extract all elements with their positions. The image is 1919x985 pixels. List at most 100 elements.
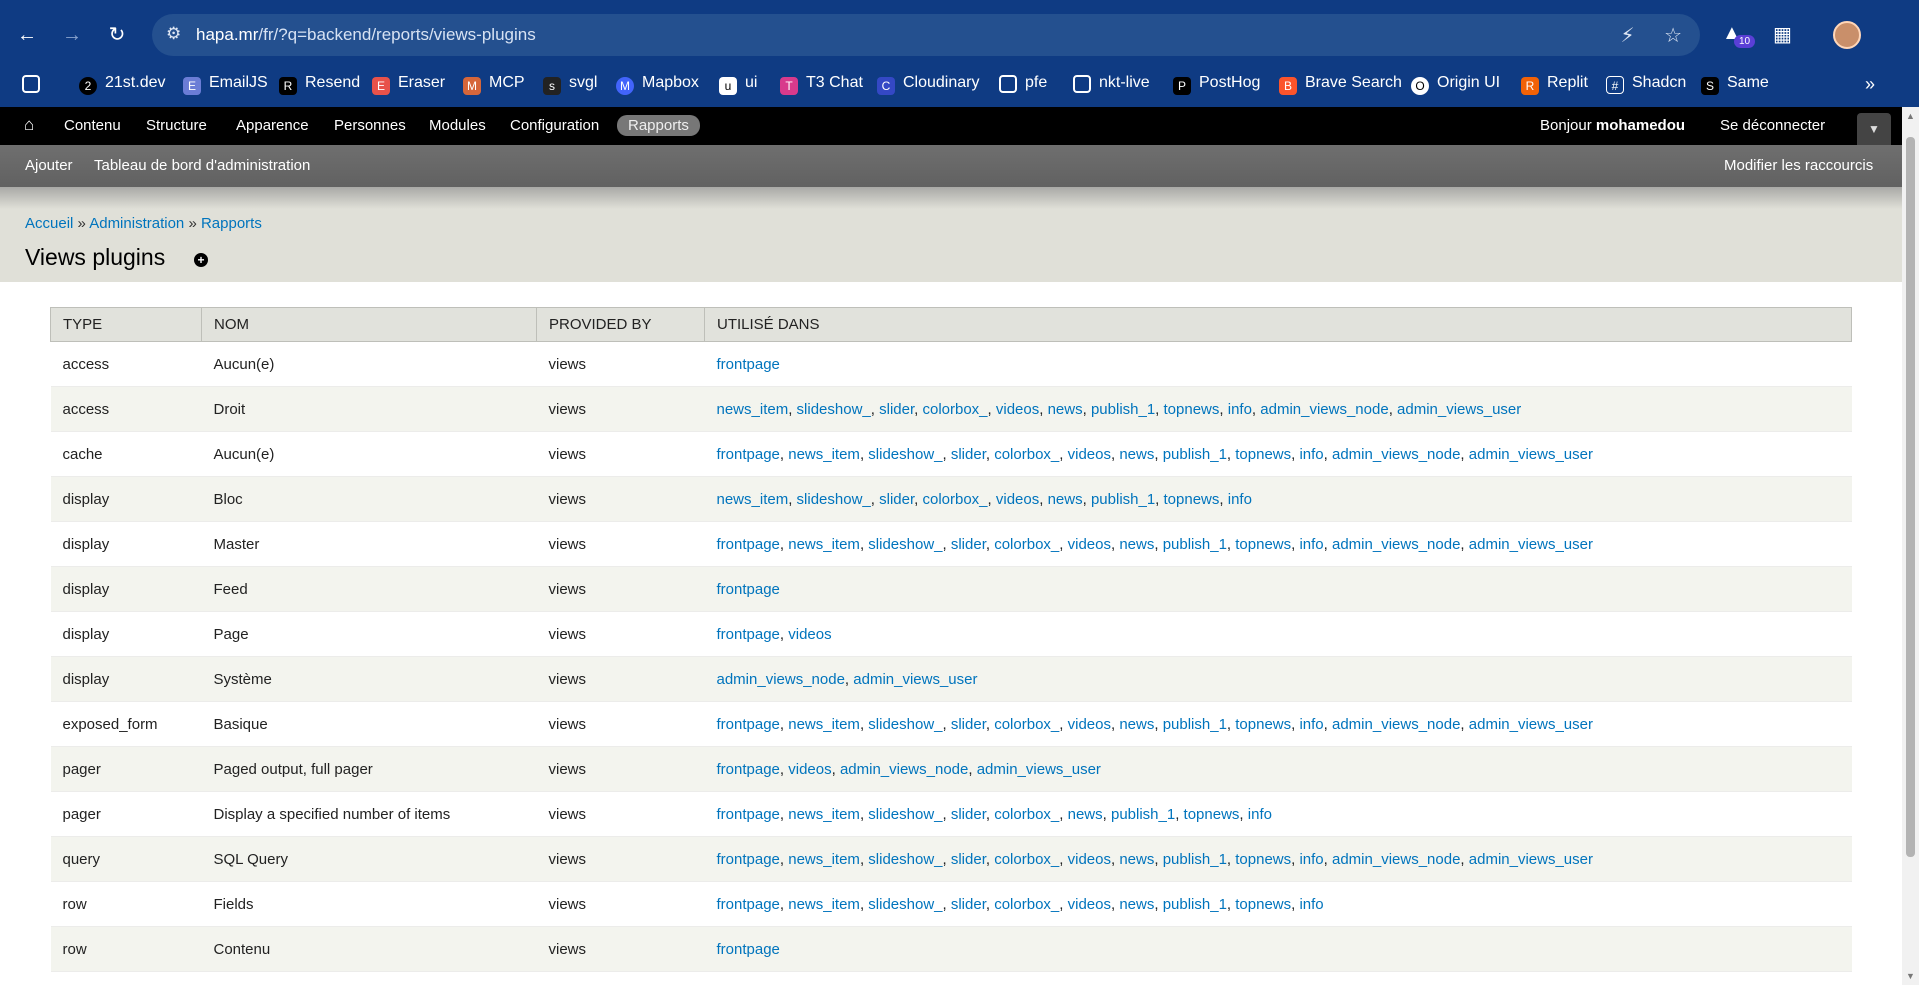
scrollbar-thumb[interactable] — [1906, 137, 1915, 857]
puzzle-icon[interactable]: ▦ — [1773, 22, 1792, 47]
forward-arrow-icon[interactable]: → — [57, 20, 87, 50]
view-link[interactable]: frontpage — [717, 581, 780, 598]
view-link[interactable]: videos — [788, 761, 831, 778]
view-link[interactable]: info — [1228, 491, 1252, 508]
view-link[interactable]: news — [1119, 536, 1154, 553]
bookmark-resend[interactable]: R Resend — [279, 74, 360, 95]
bookmark-brave-search[interactable]: B Brave Search — [1279, 74, 1402, 95]
view-link[interactable]: slider — [951, 851, 986, 868]
view-link[interactable]: admin_views_user — [1469, 536, 1593, 553]
view-link[interactable]: info — [1248, 806, 1272, 823]
bookmark-star-icon[interactable]: ☆ — [1664, 25, 1682, 47]
edit-shortcuts-link[interactable]: Modifier les raccourcis — [1724, 157, 1873, 174]
view-link[interactable]: info — [1299, 716, 1323, 733]
view-link[interactable]: frontpage — [717, 896, 780, 913]
view-link[interactable]: info — [1299, 851, 1323, 868]
menu-modules[interactable]: Modules — [429, 117, 486, 134]
view-link[interactable]: admin_views_node — [717, 671, 845, 688]
view-link[interactable]: news — [1119, 896, 1154, 913]
view-link[interactable]: videos — [1068, 536, 1111, 553]
view-link[interactable]: slideshow_ — [868, 446, 942, 463]
view-link[interactable]: admin_views_user — [853, 671, 977, 688]
view-link[interactable]: info — [1299, 536, 1323, 553]
view-link[interactable]: admin_views_node — [1332, 851, 1460, 868]
view-link[interactable]: news_item — [788, 446, 860, 463]
view-link[interactable]: colorbox_ — [922, 491, 987, 508]
bookmark-21st-dev[interactable]: 2 21st.dev — [79, 74, 165, 95]
view-link[interactable]: news_item — [717, 491, 789, 508]
view-link[interactable]: publish_1 — [1163, 851, 1227, 868]
toggle-shortcuts-icon[interactable]: ▼ — [1857, 113, 1891, 145]
home-icon[interactable]: ⌂ — [24, 115, 34, 135]
view-link[interactable]: slider — [951, 716, 986, 733]
view-link[interactable]: info — [1299, 896, 1323, 913]
add-shortcut-icon[interactable]: + — [194, 253, 208, 267]
menu-apparence[interactable]: Apparence — [236, 117, 309, 134]
apps-grid-icon[interactable]: ​ — [22, 74, 48, 93]
view-link[interactable]: slider — [951, 806, 986, 823]
view-link[interactable]: news_item — [788, 536, 860, 553]
breadcrumb-administration[interactable]: Administration — [89, 215, 184, 232]
bookmark-t3-chat[interactable]: T T3 Chat — [780, 74, 863, 95]
view-link[interactable]: slideshow_ — [797, 401, 871, 418]
bookmark-posthog[interactable]: P PostHog — [1173, 74, 1260, 95]
bookmark-svgl[interactable]: s svgl — [543, 74, 597, 95]
view-link[interactable]: news — [1068, 806, 1103, 823]
view-link[interactable]: topnews — [1164, 401, 1220, 418]
view-link[interactable]: publish_1 — [1111, 806, 1175, 823]
view-link[interactable]: admin_views_node — [1332, 536, 1460, 553]
view-link[interactable]: news — [1048, 401, 1083, 418]
view-link[interactable]: topnews — [1235, 851, 1291, 868]
view-link[interactable]: news_item — [717, 401, 789, 418]
view-link[interactable]: slider — [951, 896, 986, 913]
bookmark-emailjs[interactable]: E EmailJS — [183, 74, 268, 95]
view-link[interactable]: news_item — [788, 716, 860, 733]
view-link[interactable]: publish_1 — [1163, 716, 1227, 733]
view-link[interactable]: slideshow_ — [868, 806, 942, 823]
view-link[interactable]: publish_1 — [1091, 401, 1155, 418]
view-link[interactable]: admin_views_user — [1397, 401, 1521, 418]
view-link[interactable]: colorbox_ — [994, 851, 1059, 868]
view-link[interactable]: slider — [879, 401, 914, 418]
view-link[interactable]: admin_views_user — [1469, 851, 1593, 868]
bookmark-origin-ui[interactable]: O Origin UI — [1411, 74, 1500, 95]
view-link[interactable]: admin_views_node — [840, 761, 968, 778]
view-link[interactable]: frontpage — [717, 806, 780, 823]
view-link[interactable]: colorbox_ — [994, 446, 1059, 463]
menu-personnes[interactable]: Personnes — [334, 117, 406, 134]
view-link[interactable]: news_item — [788, 851, 860, 868]
scroll-up-icon[interactable]: ▲ — [1905, 111, 1916, 121]
view-link[interactable]: publish_1 — [1091, 491, 1155, 508]
view-link[interactable]: admin_views_user — [1469, 446, 1593, 463]
address-bar[interactable]: ⚙ hapa.mr/fr/?q=backend/reports/views-pl… — [152, 14, 1700, 56]
view-link[interactable]: frontpage — [717, 356, 780, 373]
view-link[interactable]: videos — [996, 401, 1039, 418]
view-link[interactable]: news — [1048, 491, 1083, 508]
view-link[interactable]: slideshow_ — [797, 491, 871, 508]
shortcut-dashboard[interactable]: Tableau de bord d'administration — [94, 157, 310, 174]
back-arrow-icon[interactable]: ← — [12, 20, 42, 50]
view-link[interactable]: slider — [951, 446, 986, 463]
view-link[interactable]: admin_views_node — [1332, 716, 1460, 733]
bookmark-mapbox[interactable]: M Mapbox — [616, 74, 699, 95]
view-link[interactable]: info — [1299, 446, 1323, 463]
logout-link[interactable]: Se déconnecter — [1720, 117, 1825, 134]
bookmark-folder-pfe[interactable]: ​pfe — [999, 74, 1047, 93]
scroll-down-icon[interactable]: ▼ — [1905, 971, 1916, 981]
view-link[interactable]: frontpage — [717, 626, 780, 643]
view-link[interactable]: videos — [1068, 716, 1111, 733]
view-link[interactable]: info — [1228, 401, 1252, 418]
view-link[interactable]: topnews — [1164, 491, 1220, 508]
view-link[interactable]: colorbox_ — [994, 536, 1059, 553]
bookmark-eraser[interactable]: E Eraser — [372, 74, 445, 95]
view-link[interactable]: frontpage — [717, 446, 780, 463]
view-link[interactable]: colorbox_ — [994, 716, 1059, 733]
view-link[interactable]: topnews — [1184, 806, 1240, 823]
view-link[interactable]: slideshow_ — [868, 716, 942, 733]
view-link[interactable]: publish_1 — [1163, 446, 1227, 463]
view-link[interactable]: slideshow_ — [868, 851, 942, 868]
view-link[interactable]: admin_views_user — [977, 761, 1101, 778]
reload-icon[interactable]: ↻ — [102, 20, 132, 50]
view-link[interactable]: news — [1119, 851, 1154, 868]
view-link[interactable]: slider — [951, 536, 986, 553]
